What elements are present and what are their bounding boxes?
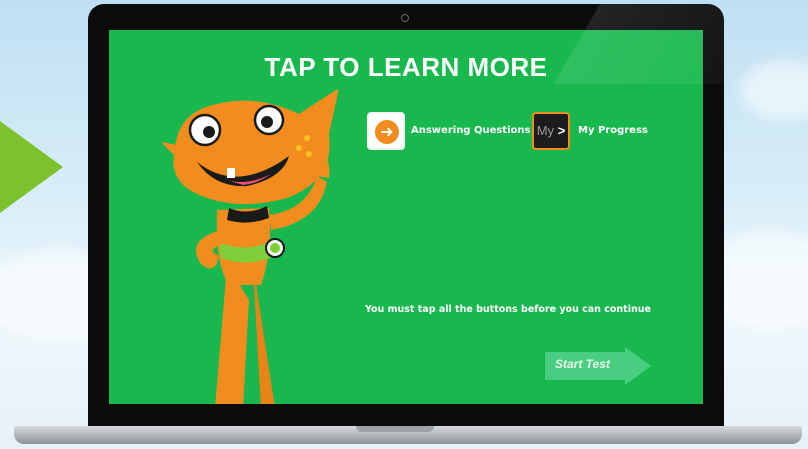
- my-progress-button[interactable]: My >: [532, 112, 570, 150]
- answering-questions-button[interactable]: ➜: [367, 112, 405, 150]
- instruction-text: You must tap all the buttons before you …: [365, 304, 651, 315]
- my-progress-tile-icon: My >: [536, 123, 566, 138]
- page-title: TAP TO LEARN MORE: [264, 52, 548, 82]
- orange-monster-character: [161, 90, 339, 404]
- my-progress-label: My Progress: [578, 125, 648, 136]
- start-test-arrow-icon: [625, 347, 651, 385]
- webcam-icon: [401, 14, 409, 22]
- app-screen: TAP TO LEARN MORE ➜ Answering Questions …: [109, 30, 703, 404]
- cloud-decoration: [740, 60, 808, 120]
- orange-arrow-circle-icon: ➜: [375, 120, 399, 144]
- left-green-arrow-graphic: [0, 92, 63, 242]
- start-test-button[interactable]: Start Test: [545, 347, 651, 385]
- laptop-hinge-notch: [356, 426, 434, 432]
- answering-questions-label: Answering Questions: [411, 125, 531, 136]
- start-test-label: Start Test: [555, 357, 610, 371]
